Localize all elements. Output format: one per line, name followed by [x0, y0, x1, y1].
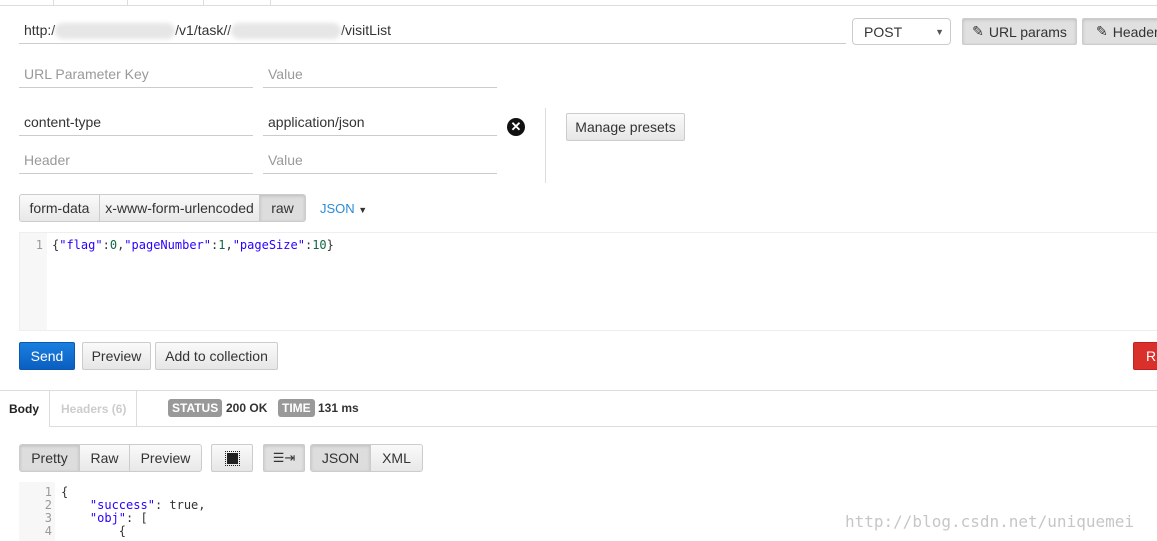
code-token: "pageNumber" [124, 238, 211, 252]
code-token: , [225, 238, 233, 252]
code-token: "flag" [59, 238, 103, 252]
body-code: {"flag":0,"pageNumber":1,"pageSize":10} [52, 238, 334, 252]
redacted [231, 23, 342, 40]
fullscreen-icon [224, 450, 240, 466]
wrap-lines-button[interactable]: ☰⇥ [263, 444, 305, 472]
line-number: 1 [20, 233, 47, 330]
line-numbers: 1234 [19, 482, 55, 541]
method-value: POST [864, 23, 903, 40]
add-to-collection-button[interactable]: Add to collection [155, 342, 278, 370]
code-token: { [61, 485, 69, 499]
edit-icon: ✎ [972, 23, 984, 39]
format-xml[interactable]: XML [371, 445, 422, 471]
code-token: } [326, 238, 334, 252]
format-group: JSON XML [310, 444, 423, 472]
view-pretty[interactable]: Pretty [20, 445, 80, 471]
mode-form-data[interactable]: form-data [20, 195, 100, 221]
line-number: 4 [44, 524, 52, 538]
fullscreen-button[interactable] [211, 444, 253, 472]
top-tabs [0, 0, 1157, 6]
label: Headers [1112, 23, 1157, 40]
header-key-input[interactable]: Header [19, 146, 253, 174]
code-token: "success" [89, 498, 155, 512]
url-text: /visitList [341, 22, 391, 38]
header-value-input[interactable]: application/json [263, 108, 497, 136]
watermark: http://blog.csdn.net/uniquemei [845, 512, 1134, 531]
time-badge: TIME [278, 399, 315, 417]
url-param-key-input[interactable]: URL Parameter Key [19, 60, 253, 88]
divider [545, 108, 546, 183]
method-select[interactable]: POST ▼ [852, 18, 951, 45]
label: JSON [320, 201, 355, 216]
headers-button[interactable]: ✎Headers [1082, 18, 1157, 45]
code-line: { [61, 525, 206, 538]
caret-down-icon: ▼ [358, 205, 368, 215]
body-mode-group: form-data x-www-form-urlencoded raw [19, 194, 306, 222]
code-token: { [61, 524, 127, 538]
tab-headers[interactable]: Headers (6) [49, 391, 137, 427]
mode-raw[interactable]: raw [260, 195, 305, 221]
code-token: 10 [312, 238, 327, 252]
view-raw[interactable]: Raw [80, 445, 130, 471]
header-value-input[interactable]: Value [263, 146, 497, 174]
code-token: : [102, 238, 110, 252]
code-token: 0 [109, 238, 118, 252]
preview-button[interactable]: Preview [82, 342, 151, 370]
code-token: "pageSize" [232, 238, 305, 252]
label: URL params [988, 23, 1067, 40]
tab-body[interactable]: Body [0, 391, 49, 427]
remove-header-icon[interactable]: ✕ [507, 118, 525, 136]
time-value: 131 ms [318, 401, 359, 415]
code-token: : true, [154, 498, 206, 512]
send-button[interactable]: Send [19, 342, 75, 370]
status-badge: STATUS [168, 399, 223, 417]
raw-type-dropdown[interactable]: JSON ▼ [320, 201, 367, 216]
edit-icon: ✎ [1096, 23, 1108, 39]
header-key-input[interactable]: content-type [19, 108, 253, 136]
status-value: 200 OK [226, 401, 268, 415]
wrap-icon: ☰⇥ [272, 450, 296, 465]
redacted [55, 23, 176, 40]
url-text: /v1/task// [175, 22, 232, 38]
url-param-value-input[interactable]: Value [263, 60, 497, 88]
view-preview[interactable]: Preview [130, 445, 201, 471]
view-group: Pretty Raw Preview [19, 444, 202, 472]
url-text: http:/ [24, 22, 56, 38]
url-params-button[interactable]: ✎ URL params [962, 18, 1077, 45]
reset-button[interactable]: R [1133, 342, 1157, 370]
body-editor[interactable]: 1 {"flag":0,"pageNumber":1,"pageSize":10… [19, 232, 1157, 331]
url-input[interactable]: http:/ /v1/task// /visitList [19, 16, 846, 44]
response-code: { "success": true, "obj": [ { [61, 486, 206, 538]
code-token: "obj" [89, 511, 127, 525]
code-token: : [ [126, 511, 148, 525]
caret-down-icon: ▼ [935, 26, 944, 37]
mode-urlencoded[interactable]: x-www-form-urlencoded [100, 195, 260, 221]
format-json[interactable]: JSON [311, 445, 371, 471]
manage-presets-button[interactable]: Manage presets [566, 113, 685, 141]
